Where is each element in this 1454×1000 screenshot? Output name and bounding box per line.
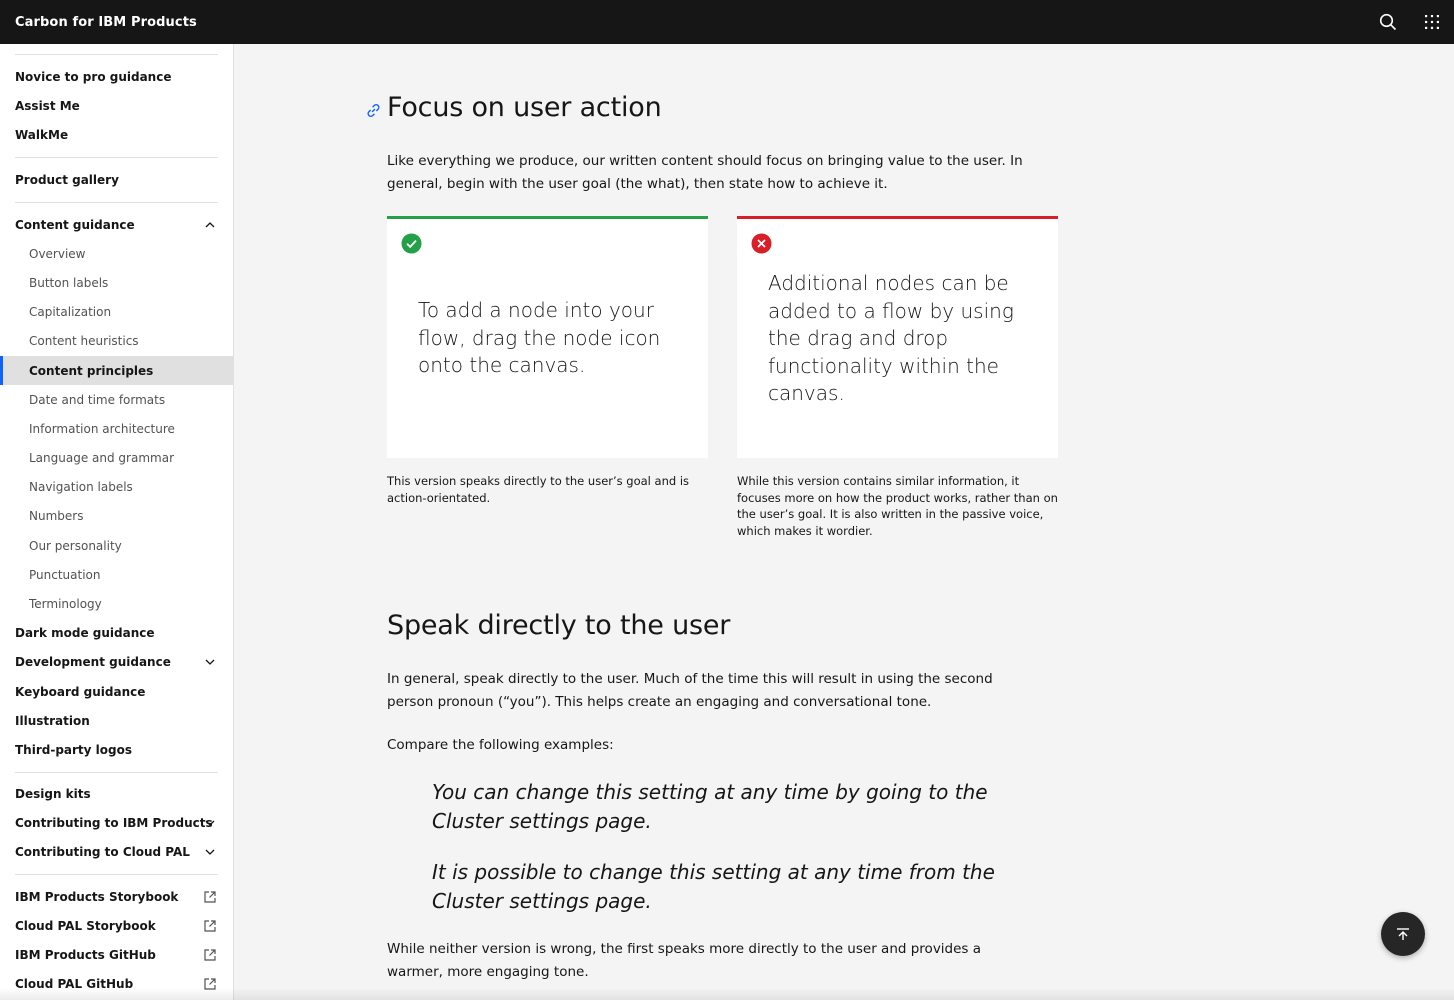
sidebar-item-contributing-ibm-products[interactable]: Contributing to IBM Products — [0, 808, 233, 837]
sidebar-item-label: Information architecture — [29, 421, 175, 436]
sidebar-item-label: Terminology — [29, 596, 102, 611]
sidebar-item-punctuation[interactable]: Punctuation — [0, 560, 233, 589]
closing-paragraph: While neither version is wrong, the firs… — [387, 941, 982, 980]
sidebar-item-assist-me[interactable]: Assist Me — [0, 91, 233, 120]
sidebar-item-button-labels[interactable]: Button labels — [0, 268, 233, 297]
do-example-text: To add a node into your flow, drag the n… — [418, 298, 661, 377]
sidebar-item-navigation-labels[interactable]: Navigation labels — [0, 472, 233, 501]
chevron-up-icon — [205, 222, 215, 228]
quote-example-1: You can change this setting at any time … — [432, 780, 988, 833]
sidebar-item-label: Overview — [29, 246, 86, 261]
chevron-down-icon — [205, 820, 215, 826]
nav-divider — [15, 54, 218, 55]
sidebar-item-label: Design kits — [15, 786, 91, 801]
sidebar-item-label: Contributing to Cloud PAL — [15, 844, 190, 859]
sidebar-item-third-party-logos[interactable]: Third-party logos — [0, 735, 233, 764]
nav-divider — [15, 157, 218, 158]
sidebar-item-design-kits[interactable]: Design kits — [0, 779, 233, 808]
sidebar-item-content-guidance[interactable]: Content guidance — [0, 210, 233, 239]
sidebar-item-label: Content guidance — [15, 217, 135, 232]
sidebar-item-label: Content heuristics — [29, 333, 139, 348]
quote-example-2: It is possible to change this setting at… — [432, 860, 995, 913]
sidebar-item-label: Capitalization — [29, 304, 112, 319]
brand-name[interactable]: Carbon for IBM Products — [15, 15, 197, 30]
sidebar-item-novice-to-pro[interactable]: Novice to pro guidance — [0, 62, 233, 91]
sidebar-item-label: Cloud PAL GitHub — [15, 976, 134, 991]
dont-caption: While this version contains similar info… — [737, 474, 1058, 538]
sidebar-item-label: Third-party logos — [15, 742, 133, 757]
sidebar-item-terminology[interactable]: Terminology — [0, 589, 233, 618]
sidebar-item-overview[interactable]: Overview — [0, 239, 233, 268]
sidebar-item-label: Contributing to IBM Products — [15, 815, 213, 830]
section1-paragraph: Like everything we produce, our written … — [387, 153, 1023, 192]
external-link-icon — [204, 949, 216, 961]
sidebar-item-label: Development guidance — [15, 654, 171, 669]
sidebar-item-date-time-formats[interactable]: Date and time formats — [0, 385, 233, 414]
sidebar-item-content-heuristics[interactable]: Content heuristics — [0, 326, 233, 355]
checkmark-filled-icon — [401, 233, 422, 254]
section2-paragraph: In general, speak directly to the user. … — [387, 671, 993, 710]
sidebar-item-walkme[interactable]: WalkMe — [0, 120, 233, 149]
sidebar-item-label: Numbers — [29, 508, 84, 523]
sidebar-item-ibm-products-storybook[interactable]: IBM Products Storybook — [0, 882, 233, 911]
search-button[interactable] — [1366, 0, 1410, 44]
sidebar-item-label: Punctuation — [29, 567, 101, 582]
nav-divider — [15, 874, 218, 875]
back-to-top-button[interactable] — [1381, 912, 1425, 956]
sidebar-item-label: Cloud PAL Storybook — [15, 918, 156, 933]
chevron-down-icon — [205, 849, 215, 855]
sidebar-item-label: Date and time formats — [29, 392, 166, 407]
compare-intro: Compare the following examples: — [387, 737, 614, 753]
sidebar-item-illustration[interactable]: Illustration — [0, 706, 233, 735]
nav-divider — [15, 772, 218, 773]
sidebar-item-label: IBM Products GitHub — [15, 947, 156, 962]
sidebar-item-numbers[interactable]: Numbers — [0, 501, 233, 530]
sidebar-item-label: Button labels — [29, 275, 109, 290]
sidebar-item-capitalization[interactable]: Capitalization — [0, 297, 233, 326]
sidebar-item-label: Our personality — [29, 538, 122, 553]
sidebar-item-label: Navigation labels — [29, 479, 133, 494]
sidebar-item-label: Assist Me — [15, 98, 80, 113]
search-icon — [1379, 13, 1397, 31]
app-switcher-icon — [1425, 15, 1439, 29]
sidebar-item-label: IBM Products Storybook — [15, 889, 179, 904]
sidebar-item-development-guidance[interactable]: Development guidance — [0, 647, 233, 676]
top-header: Carbon for IBM Products — [0, 0, 1454, 44]
sidebar-item-contributing-cloud-pal[interactable]: Contributing to Cloud PAL — [0, 837, 233, 866]
sidebar-item-information-architecture[interactable]: Information architecture — [0, 414, 233, 443]
sidebar-item-label: Dark mode guidance — [15, 625, 155, 640]
sidebar-item-language-grammar[interactable]: Language and grammar — [0, 443, 233, 472]
app-switcher-button[interactable] — [1410, 0, 1454, 44]
do-caption: This version speaks directly to the user… — [387, 474, 690, 505]
sidebar-item-our-personality[interactable]: Our personality — [0, 531, 233, 560]
external-link-icon — [204, 978, 216, 990]
sidebar-item-label: Content principles — [29, 363, 154, 378]
external-link-icon — [204, 920, 216, 932]
chevron-down-icon — [205, 659, 215, 665]
error-filled-icon — [751, 233, 772, 254]
sidebar-item-label: WalkMe — [15, 127, 69, 142]
sidebar-item-label: Novice to pro guidance — [15, 69, 172, 84]
sidebar-item-label: Language and grammar — [29, 450, 174, 465]
sidebar-item-label: Keyboard guidance — [15, 684, 146, 699]
sidebar-item-label: Illustration — [15, 713, 90, 728]
sidebar-item-cloud-pal-github[interactable]: Cloud PAL GitHub — [0, 969, 233, 998]
sidebar-item-cloud-pal-storybook[interactable]: Cloud PAL Storybook — [0, 911, 233, 940]
nav-divider — [15, 202, 218, 203]
arrow-up-to-top-icon — [1397, 928, 1409, 940]
link-icon[interactable] — [364, 101, 383, 120]
side-navigation: Novice to pro guidance Assist Me WalkMe … — [0, 44, 234, 1000]
section-title-speak-directly: Speak directly to the user — [387, 610, 731, 641]
dont-example-text: Additional nodes can be added to a flow … — [768, 271, 1014, 405]
sidebar-item-keyboard-guidance[interactable]: Keyboard guidance — [0, 677, 233, 706]
section-title-focus-on-user-action: Focus on user action — [387, 92, 662, 123]
external-link-icon — [204, 891, 216, 903]
sidebar-item-product-gallery[interactable]: Product gallery — [0, 165, 233, 194]
sidebar-item-content-principles[interactable]: Content principles — [0, 356, 233, 385]
do-example-card: To add a node into your flow, drag the n… — [387, 216, 708, 458]
dont-example-card: Additional nodes can be added to a flow … — [737, 216, 1058, 458]
sidebar-item-dark-mode[interactable]: Dark mode guidance — [0, 618, 233, 647]
sidebar-item-ibm-products-github[interactable]: IBM Products GitHub — [0, 940, 233, 969]
sidebar-item-label: Product gallery — [15, 172, 119, 187]
